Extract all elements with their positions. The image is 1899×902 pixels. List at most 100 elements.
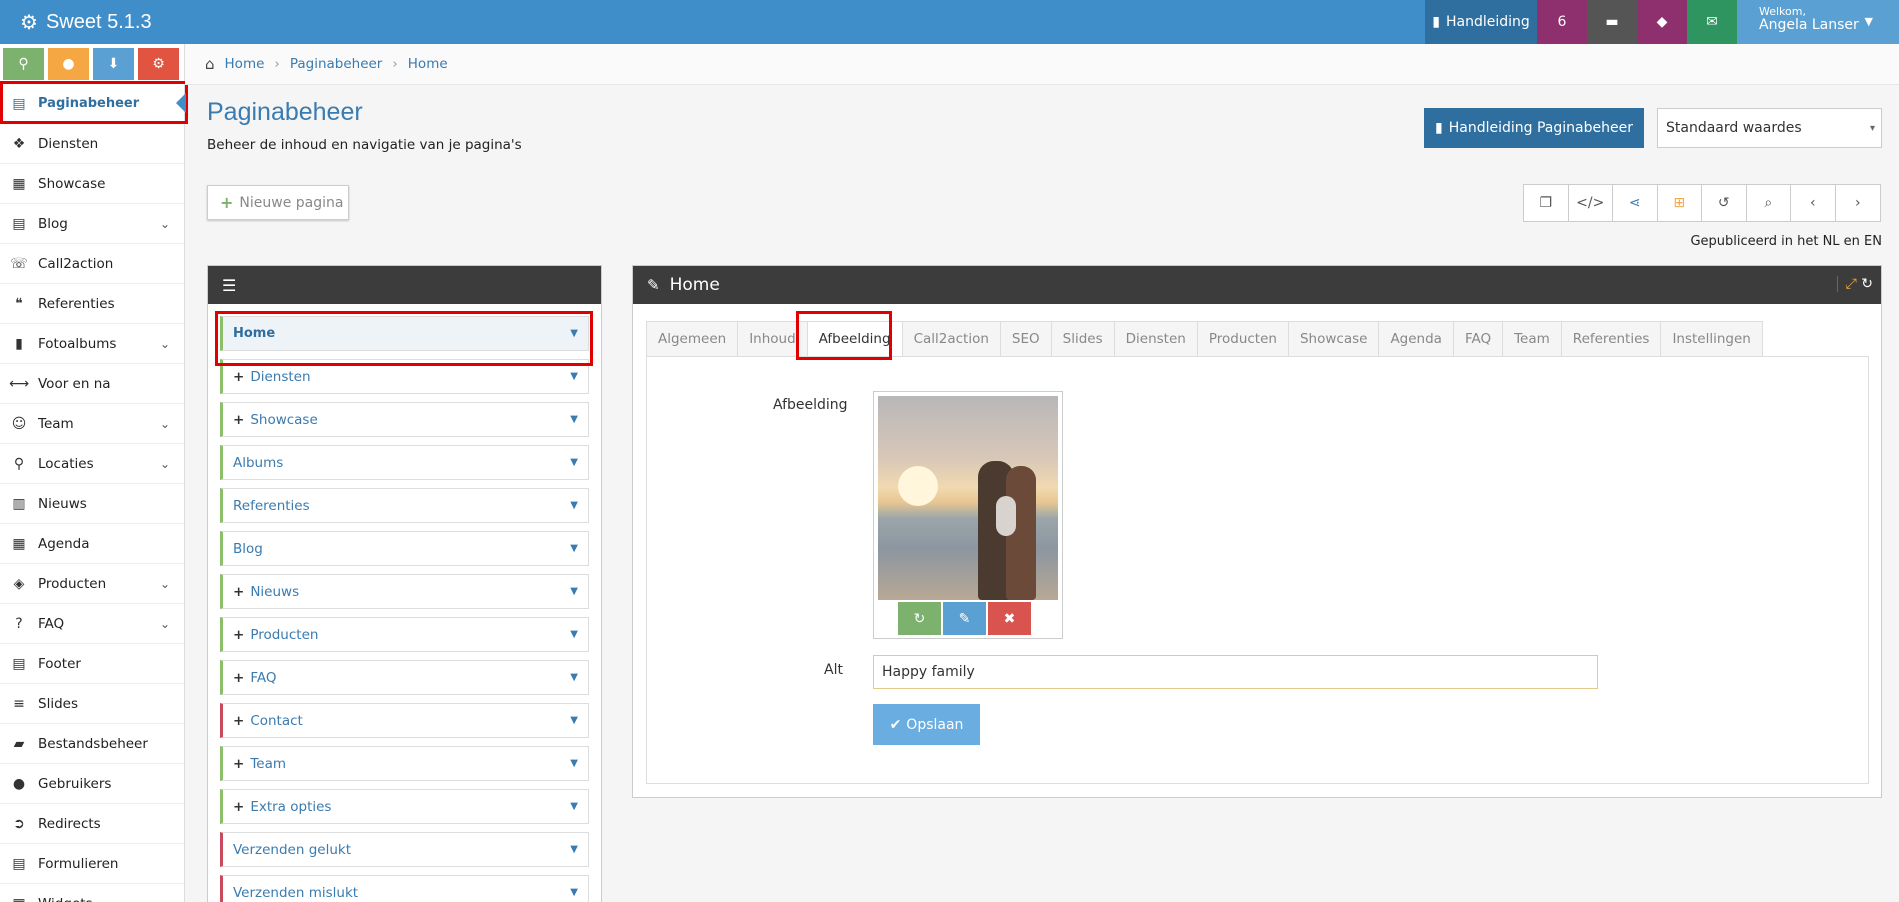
caret-down-icon[interactable]: ▼ [570, 500, 578, 511]
save-label: Opslaan [906, 716, 964, 733]
sidebar-item-nieuws[interactable]: ▥ Nieuws [0, 484, 184, 524]
sidebar-item-producten[interactable]: ◈ Producten ⌄ [0, 564, 184, 604]
notification-count[interactable]: 6 [1537, 0, 1587, 44]
caret-down-icon[interactable]: ▼ [570, 758, 578, 769]
tree-item-producten[interactable]: + Producten ▼ [220, 617, 589, 652]
tree-item-albums[interactable]: Albums ▼ [220, 445, 589, 480]
tree-item-nieuws[interactable]: + Nieuws ▼ [220, 574, 589, 609]
plus-icon[interactable]: + [233, 369, 244, 385]
sidebar-item-formulieren[interactable]: ▤ Formulieren [0, 844, 184, 884]
copy-icon[interactable]: ❐ [1524, 185, 1569, 221]
app-brand[interactable]: ⚙ Sweet 5.1.3 [20, 0, 152, 44]
sidebar-item-call2action[interactable]: ☏ Call2action [0, 244, 184, 284]
breadcrumb-item-paginabeheer[interactable]: Paginabeheer [290, 56, 383, 72]
sidebar-item-bestandsbeheer[interactable]: ▰ Bestandsbeheer [0, 724, 184, 764]
save-button[interactable]: ✔ Opslaan [873, 704, 980, 745]
sidebar-item-voor-en-na[interactable]: ⟷ Voor en na [0, 364, 184, 404]
refresh-image-button[interactable]: ↻ [898, 602, 941, 635]
tab-seo[interactable]: SEO [999, 321, 1051, 357]
plus-icon[interactable]: + [233, 756, 244, 772]
download-quick-icon[interactable]: ⬇ [93, 48, 134, 80]
breadcrumb-item-current[interactable]: Home [408, 56, 448, 72]
caret-down-icon[interactable]: ▼ [570, 887, 578, 898]
sitemap-icon[interactable]: ⊞ [1658, 185, 1702, 221]
sidebar-item-redirects[interactable]: ➲ Redirects [0, 804, 184, 844]
new-page-button[interactable]: + Nieuwe pagina [207, 185, 349, 220]
tree-item-team[interactable]: + Team ▼ [220, 746, 589, 781]
sidebar-item-fotoalbums[interactable]: ▮ Fotoalbums ⌄ [0, 324, 184, 364]
map-marker-quick-icon[interactable]: ⚲ [3, 48, 44, 80]
plus-icon[interactable]: + [233, 713, 244, 729]
breadcrumb-item-home[interactable]: Home [225, 56, 265, 72]
card-icon[interactable]: ▬ [1587, 0, 1637, 44]
history-icon[interactable]: ↺ [1702, 185, 1747, 221]
plus-icon[interactable]: + [233, 799, 244, 815]
sidebar-item-footer[interactable]: ▤ Footer [0, 644, 184, 684]
envelope-icon[interactable]: ✉ [1687, 0, 1737, 44]
tree-item-contact[interactable]: + Contact ▼ [220, 703, 589, 738]
sidebar-item-agenda[interactable]: ▦ Agenda [0, 524, 184, 564]
caret-down-icon[interactable]: ▼ [570, 844, 578, 855]
tree-item-verzenden-gelukt[interactable]: Verzenden gelukt ▼ [220, 832, 589, 867]
user-quick-icon[interactable]: ● [48, 48, 89, 80]
caret-down-icon[interactable]: ▼ [570, 586, 578, 597]
sidebar-item-referenties[interactable]: ❝ Referenties [0, 284, 184, 324]
search-icon[interactable]: ⌕ [1747, 185, 1791, 221]
tab-referenties[interactable]: Referenties [1560, 321, 1661, 357]
chevron-left-icon[interactable]: ‹ [1791, 185, 1836, 221]
caret-down-icon[interactable]: ▼ [570, 457, 578, 468]
user-menu[interactable]: Welkom, Angela Lanser ▼ [1737, 0, 1899, 44]
caret-down-icon[interactable]: ▼ [570, 715, 578, 726]
tree-item-blog[interactable]: Blog ▼ [220, 531, 589, 566]
expand-icon[interactable]: ⤢ [1846, 276, 1857, 292]
plus-icon[interactable]: + [233, 670, 244, 686]
plus-icon[interactable]: + [233, 584, 244, 600]
caret-down-icon[interactable]: ▼ [570, 801, 578, 812]
manual-link[interactable]: ▮ Handleiding [1425, 0, 1537, 44]
refresh-icon[interactable]: ↻ [1861, 276, 1873, 292]
tree-item-showcase[interactable]: + Showcase ▼ [220, 402, 589, 437]
caret-down-icon[interactable]: ▼ [570, 414, 578, 425]
menu-icon[interactable]: ☰ [222, 276, 236, 295]
alt-input[interactable] [873, 655, 1598, 689]
sidebar-item-gebruikers[interactable]: ● Gebruikers [0, 764, 184, 804]
edit-image-button[interactable]: ✎ [943, 602, 986, 635]
delete-image-button[interactable]: ✖ [988, 602, 1031, 635]
tab-producten[interactable]: Producten [1196, 321, 1288, 357]
tab-slides[interactable]: Slides [1050, 321, 1114, 357]
tree-item-faq[interactable]: + FAQ ▼ [220, 660, 589, 695]
sidebar-item-locaties[interactable]: ⚲ Locaties ⌄ [0, 444, 184, 484]
sidebar-item-showcase[interactable]: ▦ Showcase [0, 164, 184, 204]
caret-down-icon[interactable]: ▼ [570, 543, 578, 554]
tab-call2action[interactable]: Call2action [901, 321, 1000, 357]
caret-down-icon[interactable]: ▼ [570, 629, 578, 640]
plus-icon[interactable]: + [233, 412, 244, 428]
tab-faq[interactable]: FAQ [1452, 321, 1503, 357]
plus-icon[interactable]: + [233, 627, 244, 643]
tab-algemeen[interactable]: Algemeen [646, 321, 738, 357]
tab-agenda[interactable]: Agenda [1378, 321, 1453, 357]
diamond-icon[interactable]: ◆ [1637, 0, 1687, 44]
sidebar-item-team[interactable]: ☺ Team ⌄ [0, 404, 184, 444]
settings-quick-icon[interactable]: ⚙ [138, 48, 179, 80]
caret-down-icon[interactable]: ▼ [570, 672, 578, 683]
tab-diensten[interactable]: Diensten [1113, 321, 1197, 357]
home-icon[interactable]: ⌂ [205, 55, 215, 73]
manual-paginabeheer-button[interactable]: ▮ Handleiding Paginabeheer [1424, 108, 1644, 148]
tree-item-referenties[interactable]: Referenties ▼ [220, 488, 589, 523]
sidebar-item-widgets[interactable]: ▦ Widgets [0, 884, 184, 902]
caret-down-icon[interactable]: ▼ [570, 371, 578, 382]
sidebar-item-blog[interactable]: ▤ Blog ⌄ [0, 204, 184, 244]
sidebar-item-faq[interactable]: ? FAQ ⌄ [0, 604, 184, 644]
sidebar-item-slides[interactable]: ≡ Slides [0, 684, 184, 724]
settings-select[interactable]: Standaard waardes ▾ [1657, 108, 1882, 148]
chevron-right-icon[interactable]: › [1836, 185, 1881, 221]
tab-team[interactable]: Team [1502, 321, 1561, 357]
tab-instellingen[interactable]: Instellingen [1660, 321, 1763, 357]
tab-showcase[interactable]: Showcase [1287, 321, 1379, 357]
code-icon[interactable]: </> [1569, 185, 1613, 221]
sidebar-item-diensten[interactable]: ❖ Diensten [0, 124, 184, 164]
tree-item-extra-opties[interactable]: + Extra opties ▼ [220, 789, 589, 824]
share-icon[interactable]: ⋖ [1613, 185, 1658, 221]
tree-item-verzenden-mislukt[interactable]: Verzenden mislukt ▼ [220, 875, 589, 902]
